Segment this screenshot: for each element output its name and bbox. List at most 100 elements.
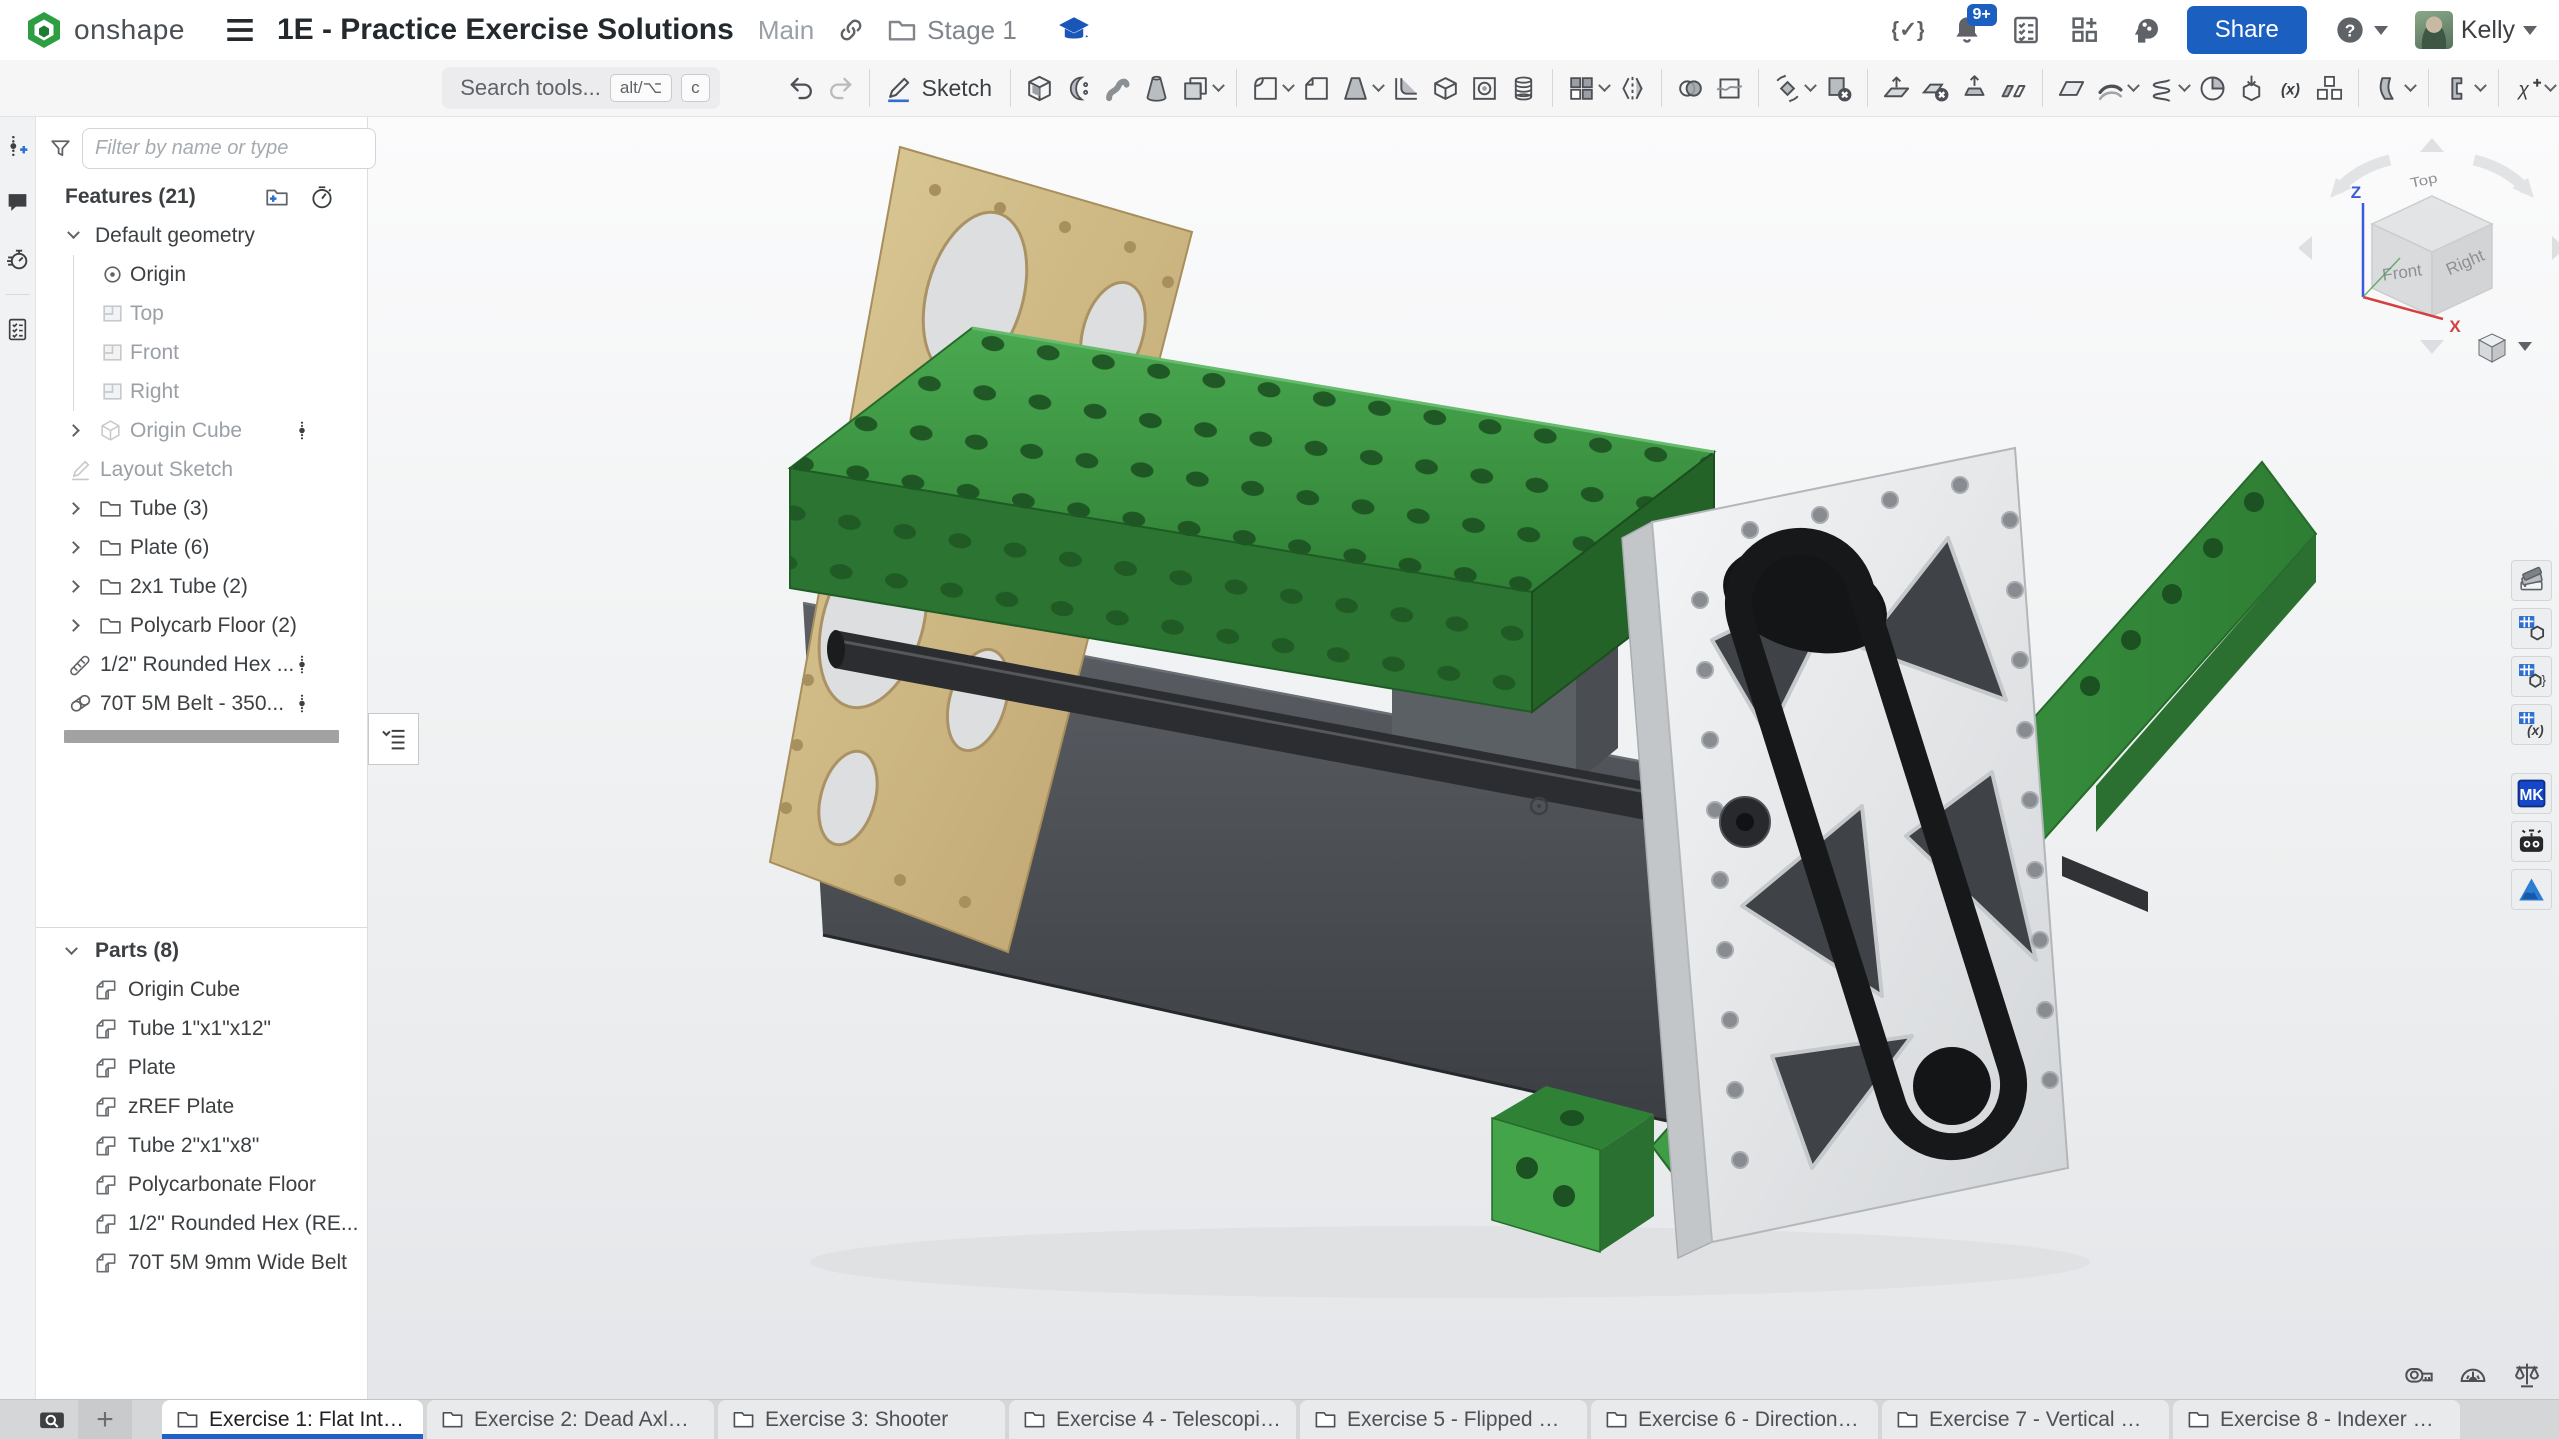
tree-caret-icon[interactable] <box>67 541 80 554</box>
user-menu[interactable]: Kelly <box>2415 11 2537 49</box>
extrude-button[interactable] <box>1020 66 1059 110</box>
tab-exercise-2[interactable]: Exercise 2: Dead Axle R... <box>427 1400 714 1439</box>
part-polycarbonate-floor[interactable]: Polycarbonate Floor <box>36 1165 367 1204</box>
part-tube-1x1x12[interactable]: Tube 1"x1"x12" <box>36 1009 367 1048</box>
view-mode-button[interactable] <box>2479 334 2532 362</box>
ai-advisor-icon[interactable] <box>2128 14 2160 46</box>
mkcad-app-button[interactable] <box>2511 773 2552 814</box>
revolve-button[interactable] <box>1059 66 1098 110</box>
learning-center-icon[interactable] <box>1057 13 1091 47</box>
delete-face-button[interactable] <box>1916 66 1955 110</box>
suppressed-indicator-icon[interactable] <box>291 418 313 443</box>
custom-tables-button[interactable] <box>2511 608 2552 649</box>
circular-pattern-button[interactable] <box>2193 66 2232 110</box>
variable-button[interactable] <box>2271 66 2310 110</box>
loft-button[interactable] <box>1137 66 1176 110</box>
cylinder-button[interactable] <box>1504 66 1543 110</box>
blocks-button[interactable] <box>2310 66 2349 110</box>
fillet-button[interactable] <box>1246 66 1297 110</box>
tree-caret-icon[interactable] <box>67 580 80 593</box>
mirror-button[interactable] <box>1613 66 1652 110</box>
tree-caret-icon[interactable] <box>67 226 80 239</box>
tree-caret-icon[interactable] <box>67 502 80 515</box>
feature-folder-tube[interactable]: Tube (3) <box>36 489 367 528</box>
versions-icon[interactable] <box>1892 14 1924 46</box>
thicken-button[interactable] <box>1176 66 1227 110</box>
custom-feature-button[interactable] <box>2508 66 2559 110</box>
sheet-metal-button[interactable] <box>2368 66 2419 110</box>
tab-exercise-3[interactable]: Exercise 3: Shooter <box>718 1400 1005 1439</box>
part-belt[interactable]: 70T 5M 9mm Wide Belt <box>36 1243 367 1282</box>
notifications-bell-icon[interactable]: 9+ <box>1951 14 1983 46</box>
redo-button[interactable] <box>821 66 860 110</box>
regeneration-time-icon[interactable] <box>309 184 335 210</box>
split-button[interactable] <box>1710 66 1749 110</box>
link-icon[interactable] <box>836 15 866 45</box>
main-menu-icon[interactable] <box>223 13 257 47</box>
chevron-down-icon[interactable] <box>2544 79 2557 92</box>
filter-icon[interactable] <box>48 136 73 161</box>
tree-caret-icon[interactable] <box>67 619 80 632</box>
feature-folder-2x1-tube[interactable]: 2x1 Tube (2) <box>36 567 367 606</box>
tree-caret-icon[interactable] <box>67 424 80 437</box>
sketch-button[interactable]: Sketch <box>879 66 1001 110</box>
new-folder-icon[interactable] <box>264 184 290 210</box>
configurations-button[interactable] <box>2511 656 2552 697</box>
measure-angle-button[interactable] <box>2457 1359 2489 1391</box>
chevron-down-icon[interactable] <box>1372 79 1385 92</box>
draft-button[interactable] <box>1336 66 1387 110</box>
part-origin-cube[interactable]: Origin Cube <box>36 970 367 1009</box>
tab-exercise-6[interactable]: Exercise 6 - Direction S... <box>1591 1400 1878 1439</box>
feature-origin-cube[interactable]: Origin Cube <box>36 411 367 450</box>
onshape-logo[interactable]: onshape <box>24 10 185 50</box>
robot-app-button[interactable] <box>2511 821 2552 862</box>
helix-button[interactable] <box>2142 66 2193 110</box>
chevron-down-icon[interactable] <box>2404 79 2417 92</box>
tasks-icon[interactable] <box>2010 14 2042 46</box>
rail-comments[interactable] <box>0 174 36 231</box>
feature-right-plane[interactable]: Right <box>36 372 367 411</box>
feature-rounded-hex-shaft[interactable]: 1/2" Rounded Hex ... <box>36 645 367 684</box>
collapse-tree-button[interactable] <box>368 713 419 765</box>
feature-belt[interactable]: 70T 5M Belt - 350... <box>36 684 367 723</box>
chevron-down-icon[interactable] <box>2178 79 2191 92</box>
shell-button[interactable] <box>1426 66 1465 110</box>
search-tools[interactable]: Search tools... alt/⌥ c <box>442 67 719 109</box>
rail-history[interactable] <box>0 231 36 288</box>
triangle-app-button[interactable] <box>2511 869 2552 910</box>
part-rounded-hex-shaft[interactable]: 1/2" Rounded Hex (RE... <box>36 1204 367 1243</box>
feature-default-geometry[interactable]: Default geometry <box>36 216 367 255</box>
filter-input[interactable] <box>82 128 376 169</box>
tab-exercise-5[interactable]: Exercise 5 - Flipped Ge... <box>1300 1400 1587 1439</box>
modify-fillet-button[interactable] <box>1955 66 1994 110</box>
rib-button[interactable] <box>1387 66 1426 110</box>
offset-surface-button[interactable] <box>2091 66 2142 110</box>
workspace-folder[interactable]: Stage 1 <box>886 14 1017 46</box>
undo-button[interactable] <box>782 66 821 110</box>
view-cube-body[interactable]: Top Front Right <box>2372 171 2492 316</box>
rollback-bar[interactable] <box>64 730 339 743</box>
chevron-down-icon[interactable] <box>1282 79 1295 92</box>
suppressed-indicator-icon[interactable] <box>291 652 313 677</box>
part-zref-plate[interactable]: zREF Plate <box>36 1087 367 1126</box>
add-tab-button[interactable]: + <box>78 1400 132 1439</box>
measure-length-button[interactable] <box>2403 1359 2435 1391</box>
appearance-panel-button[interactable] <box>2511 560 2552 601</box>
variable-table-button[interactable] <box>2511 704 2552 745</box>
tab-exercise-4[interactable]: Exercise 4 - Telescopin... <box>1009 1400 1296 1439</box>
boolean-button[interactable] <box>1671 66 1710 110</box>
plane-button[interactable] <box>2052 66 2091 110</box>
linear-pattern-button[interactable] <box>1562 66 1613 110</box>
chamfer-button[interactable] <box>1297 66 1336 110</box>
search-tabs-icon[interactable] <box>26 1400 78 1439</box>
replace-face-button[interactable] <box>1994 66 2033 110</box>
frame-button[interactable] <box>2438 66 2489 110</box>
chevron-down-icon[interactable] <box>1598 79 1611 92</box>
part-plate[interactable]: Plate <box>36 1048 367 1087</box>
feature-folder-plate[interactable]: Plate (6) <box>36 528 367 567</box>
feature-top-plane[interactable]: Top <box>36 294 367 333</box>
transform-button[interactable] <box>1768 66 1819 110</box>
tab-exercise-7[interactable]: Exercise 7 - Vertical Rol... <box>1882 1400 2169 1439</box>
feature-layout-sketch[interactable]: Layout Sketch <box>36 450 367 489</box>
rail-insert-feature[interactable] <box>0 117 36 174</box>
